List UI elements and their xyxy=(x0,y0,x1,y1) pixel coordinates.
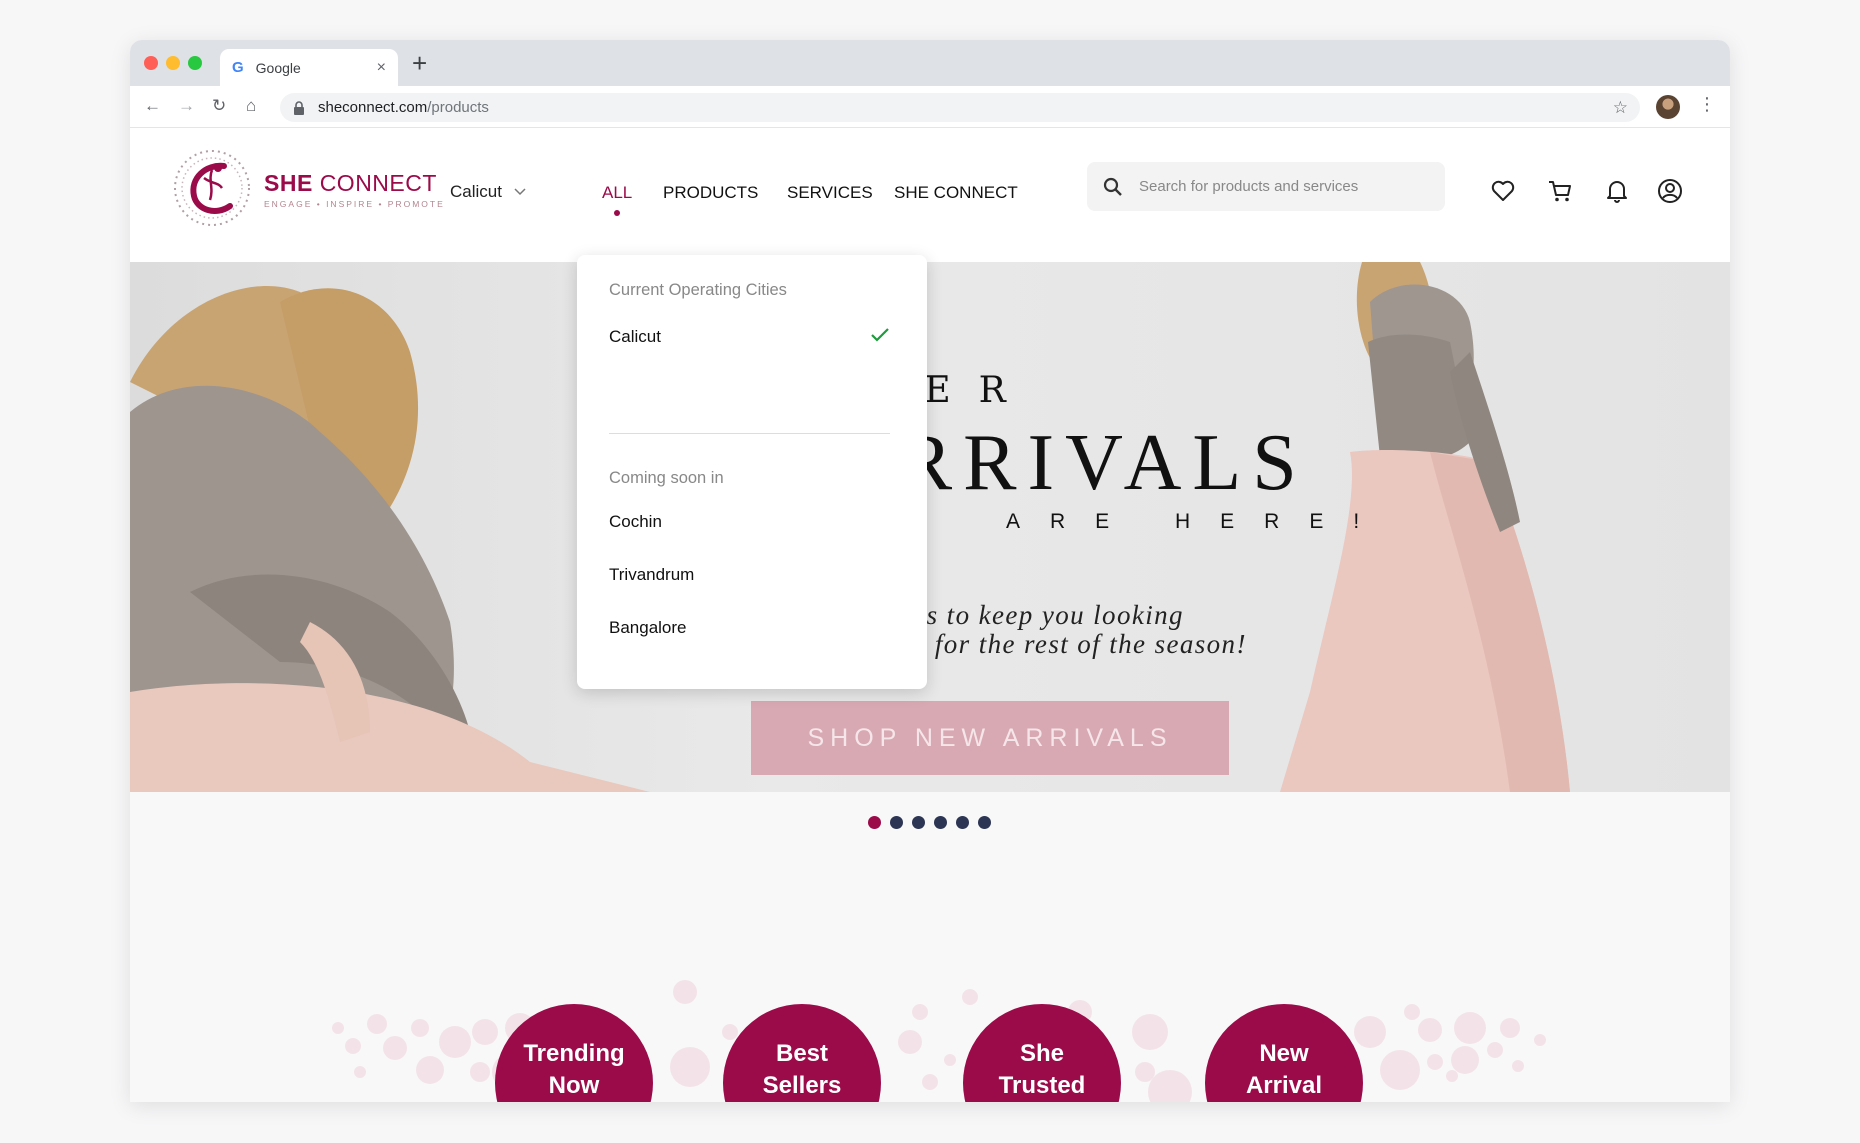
shop-new-arrivals-button[interactable]: SHOP NEW ARRIVALS xyxy=(751,701,1229,775)
brand-she: SHE xyxy=(264,170,313,196)
browser-menu-icon[interactable]: ⋮ xyxy=(1698,95,1716,113)
coming-soon-heading: Coming soon in xyxy=(609,469,724,487)
city-selector-label: Calicut xyxy=(450,182,502,201)
carousel-dots xyxy=(868,816,991,829)
site-header: SHE CONNECT ENGAGE • INSPIRE • PROMOTE C… xyxy=(130,128,1730,262)
hero-heading-line3: ARE HERE! xyxy=(1006,510,1390,533)
carousel-dot-6[interactable] xyxy=(978,816,991,829)
cart-icon[interactable] xyxy=(1547,178,1573,204)
category-label-line1: Trending xyxy=(523,1040,625,1067)
google-favicon-icon: G xyxy=(232,59,244,76)
decorative-bubbles xyxy=(332,980,1546,1102)
categories-section: Trending Now Best Sellers She Trusted Ne… xyxy=(130,792,1730,1102)
brand-wordmark[interactable]: SHE CONNECT ENGAGE • INSPIRE • PROMOTE xyxy=(264,170,445,209)
back-arrow-icon[interactable]: ← xyxy=(144,96,161,116)
nav-all[interactable]: ALL xyxy=(602,183,632,203)
browser-profile-avatar[interactable] xyxy=(1656,95,1680,119)
current-cities-heading: Current Operating Cities xyxy=(609,281,787,299)
reload-icon[interactable]: ↻ xyxy=(212,96,226,116)
nav-products[interactable]: PRODUCTS xyxy=(663,183,758,203)
wishlist-heart-icon[interactable] xyxy=(1490,178,1516,204)
url-path: /products xyxy=(427,99,489,116)
category-label-line1: Best xyxy=(775,1040,829,1067)
city-option-calicut[interactable]: Calicut xyxy=(609,327,661,347)
carousel-dot-3[interactable] xyxy=(912,816,925,829)
tab-close-icon[interactable]: × xyxy=(377,59,386,77)
new-tab-button[interactable]: + xyxy=(412,50,427,76)
search-icon xyxy=(1103,177,1122,196)
brand-tagline: ENGAGE • INSPIRE • PROMOTE xyxy=(264,199,445,209)
checkmark-icon xyxy=(871,328,889,342)
active-nav-indicator xyxy=(614,210,620,216)
browser-tabbar: G Google × + xyxy=(130,40,1730,86)
maximize-window-button[interactable] xyxy=(188,56,202,70)
lock-icon xyxy=(294,100,304,115)
close-window-button[interactable] xyxy=(144,56,158,70)
browser-toolbar: ← → ↻ ⌂ sheconnect.com/products ☆ ⋮ xyxy=(130,86,1730,128)
category-label-line2: Now xyxy=(548,1072,600,1099)
category-label-line1: She xyxy=(1019,1040,1064,1067)
browser-tab[interactable]: G Google × xyxy=(220,49,398,86)
brand-connect: CONNECT xyxy=(319,170,437,196)
city-option-trivandrum[interactable]: Trivandrum xyxy=(609,565,694,585)
search-bar[interactable] xyxy=(1087,162,1445,211)
category-label-line2: Arrival xyxy=(1245,1072,1323,1099)
nav-services[interactable]: SERVICES xyxy=(787,183,873,203)
forward-arrow-icon[interactable]: → xyxy=(178,96,195,116)
browser-window: G Google × + ← → ↻ ⌂ sheconnect.com/prod… xyxy=(130,40,1730,1102)
url-domain: sheconnect.com xyxy=(318,99,428,116)
account-icon[interactable] xyxy=(1657,178,1683,204)
carousel-dot-2[interactable] xyxy=(890,816,903,829)
dropdown-divider xyxy=(609,433,890,434)
city-selector[interactable]: Calicut xyxy=(450,182,526,202)
hero-banner[interactable]: MBER ARRIVALS ARE HERE! ewest styles to … xyxy=(130,262,1730,792)
bookmark-star-icon[interactable]: ☆ xyxy=(1613,98,1628,118)
carousel-dot-4[interactable] xyxy=(934,816,947,829)
nav-she-connect[interactable]: SHE CONNECT xyxy=(894,183,1018,203)
notification-bell-icon[interactable] xyxy=(1604,178,1630,204)
city-option-cochin[interactable]: Cochin xyxy=(609,512,662,532)
home-icon[interactable]: ⌂ xyxy=(246,96,256,116)
tab-title: Google xyxy=(255,59,301,76)
city-dropdown: Current Operating Cities Calicut Coming … xyxy=(577,255,927,689)
address-bar[interactable]: sheconnect.com/products ☆ xyxy=(280,93,1640,122)
category-label-line2: Sellers xyxy=(762,1072,842,1099)
she-connect-logo[interactable] xyxy=(172,148,252,228)
minimize-window-button[interactable] xyxy=(166,56,180,70)
category-label-line1: New xyxy=(1259,1040,1309,1067)
chevron-down-icon xyxy=(514,188,526,196)
city-option-bangalore[interactable]: Bangalore xyxy=(609,618,687,638)
carousel-dot-1[interactable] xyxy=(868,816,881,829)
category-label-line2: Trusted xyxy=(998,1072,1086,1099)
carousel-dot-5[interactable] xyxy=(956,816,969,829)
search-input[interactable] xyxy=(1139,178,1419,195)
